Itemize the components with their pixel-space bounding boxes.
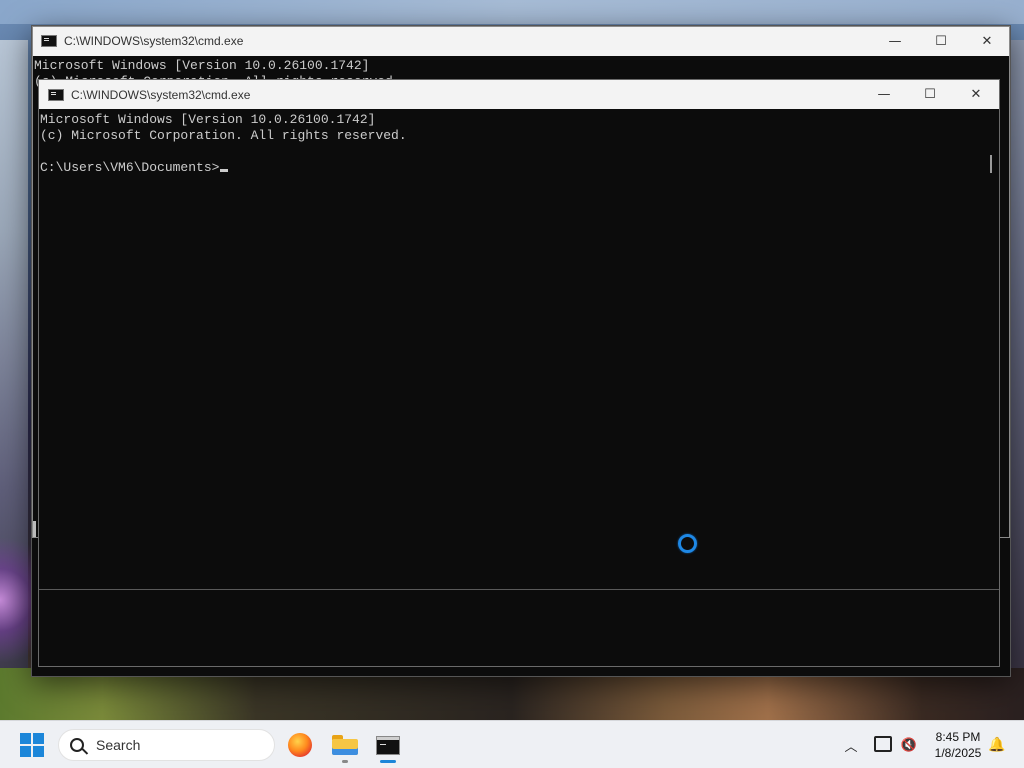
- vertical-scrollbar[interactable]: [983, 109, 999, 666]
- taskbar-firefox[interactable]: [282, 727, 318, 763]
- active-indicator: [380, 760, 396, 763]
- titlebar-back[interactable]: C:\WINDOWS\system32\cmd.exe — ☐ ✕: [32, 26, 1010, 56]
- console-prompt: C:\Users\VM6\Documents>: [40, 160, 220, 175]
- titlebar-front[interactable]: C:\WINDOWS\system32\cmd.exe — ☐ ✕: [39, 80, 999, 109]
- windows-logo-icon: [33, 746, 44, 757]
- console-line: Microsoft Windows [Version 10.0.26100.17…: [40, 112, 376, 127]
- firefox-icon: [288, 733, 312, 757]
- minimize-button[interactable]: —: [861, 80, 907, 110]
- volume-muted-icon[interactable]: 🔇: [900, 737, 918, 753]
- cmd-window-front[interactable]: C:\WINDOWS\system32\cmd.exe — ☐ ✕ Micros…: [38, 79, 1000, 667]
- clock-time: 8:45 PM: [935, 730, 981, 744]
- window-divider: [39, 589, 999, 590]
- windows-logo-icon: [20, 746, 31, 757]
- command-prompt-icon: [376, 735, 400, 755]
- window-title: C:\WINDOWS\system32\cmd.exe: [71, 87, 251, 102]
- windows-logo-icon: [20, 733, 31, 744]
- running-indicator: [342, 760, 348, 763]
- show-hidden-icons-chevron-icon[interactable]: ︿: [843, 737, 859, 755]
- taskbar-file-explorer[interactable]: [327, 727, 363, 763]
- close-button[interactable]: ✕: [964, 26, 1010, 56]
- text-cursor: [220, 169, 229, 172]
- console-output-front[interactable]: Microsoft Windows [Version 10.0.26100.17…: [39, 109, 999, 666]
- start-button[interactable]: [20, 733, 44, 757]
- scrollbar-thumb[interactable]: [990, 155, 992, 173]
- console-line: (c) Microsoft Corporation. All rights re…: [40, 128, 407, 143]
- resize-handle[interactable]: [33, 521, 36, 537]
- clock-date: 1/8/2025: [934, 746, 982, 760]
- console-prompt-line[interactable]: C:\Users\VM6\Documents>: [40, 160, 999, 176]
- taskbar-command-prompt[interactable]: [370, 727, 406, 763]
- maximize-button[interactable]: ☐: [907, 80, 953, 110]
- cmd-app-icon: [48, 88, 64, 101]
- search-icon: [70, 738, 84, 752]
- maximize-button[interactable]: ☐: [918, 26, 964, 56]
- taskbar-clock[interactable]: 8:45 PM 1/8/2025: [926, 729, 990, 761]
- desktop-wallpaper: [0, 0, 1024, 24]
- window-title: C:\WINDOWS\system32\cmd.exe: [64, 34, 244, 48]
- windows-logo-icon: [33, 733, 44, 744]
- minimize-button[interactable]: —: [872, 26, 918, 56]
- taskbar-search[interactable]: Search: [58, 729, 275, 761]
- search-label: Search: [96, 737, 141, 753]
- loading-spinner-icon: [678, 534, 697, 553]
- network-icon[interactable]: [874, 736, 892, 752]
- close-button[interactable]: ✕: [953, 80, 999, 110]
- notification-bell-icon[interactable]: 🔔: [988, 736, 1006, 754]
- taskbar: Search ︿ 🔇 8:45 PM 1/8/2025 🔔: [0, 720, 1024, 768]
- cmd-app-icon: [41, 35, 57, 47]
- console-line: Microsoft Windows [Version 10.0.26100.17…: [34, 58, 370, 73]
- file-explorer-icon: [332, 735, 358, 755]
